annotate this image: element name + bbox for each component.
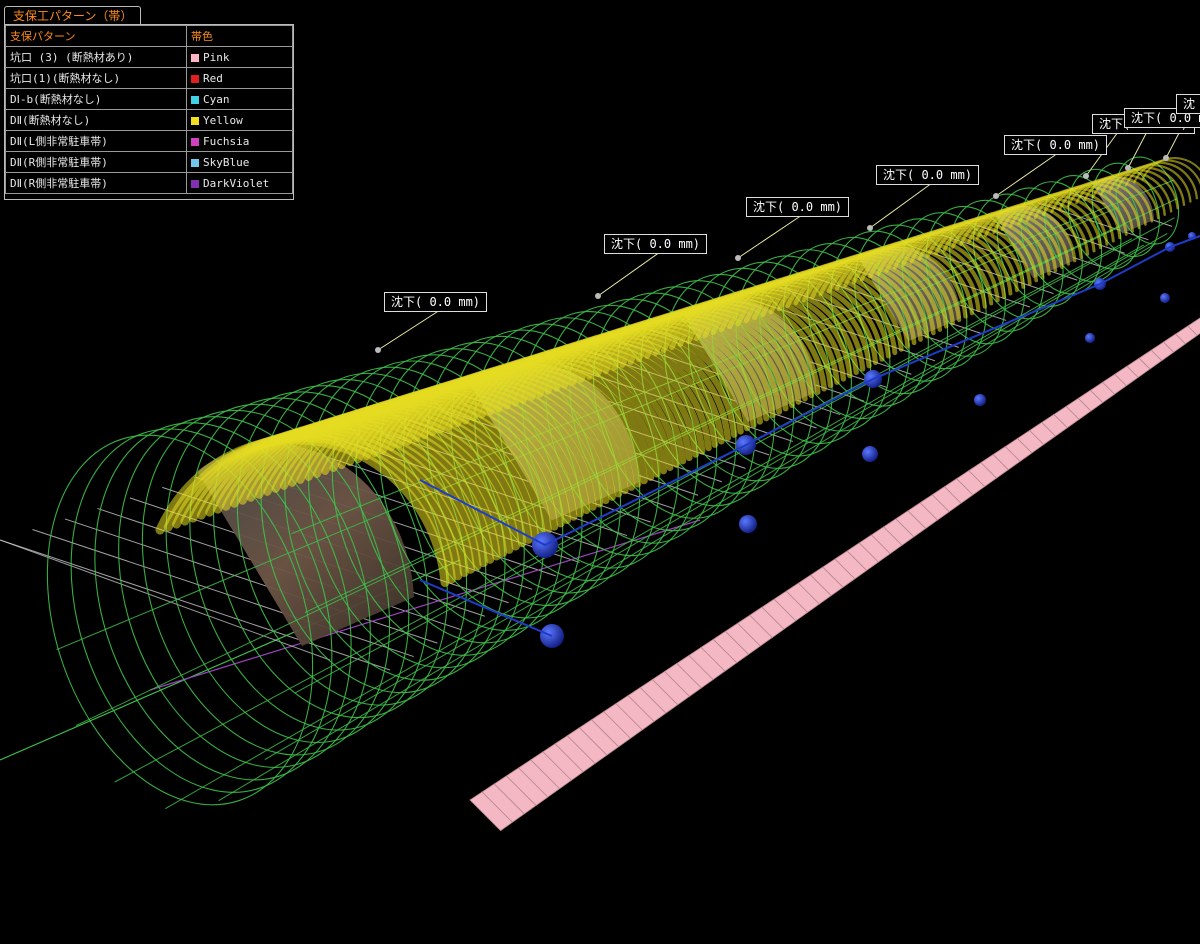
color-swatch [191,137,199,146]
leader-anchor [375,347,381,353]
color-swatch [191,95,199,104]
color-swatch [191,53,199,62]
legend-pattern: DⅡ(断熱材なし) [5,109,187,131]
legend-color: Yellow [186,109,293,131]
center-line [149,519,701,691]
legend-row[interactable]: 坑口 (3) (断熱材あり) Pink [5,46,293,68]
legend-pattern: DⅡ(L側非常駐車帯) [5,130,187,152]
leader-anchor [867,225,873,231]
legend-color: Pink [186,46,293,68]
color-swatch [191,179,199,188]
leader-anchor [1083,173,1089,179]
legend-color: Cyan [186,88,293,110]
leader-anchor [735,255,741,261]
legend-pattern: 坑口(1)(断熱材なし) [5,67,187,89]
legend-tab[interactable]: 支保工パターン（帯） [4,6,142,25]
legend-row[interactable]: DⅡ(R側非常駐車帯) DarkViolet [5,172,293,194]
legend-row[interactable]: DⅠ-b(断熱材なし) Cyan [5,88,293,110]
legend-color: DarkViolet [186,172,293,194]
color-swatch [191,116,199,125]
survey-point [1160,293,1170,303]
leader-line [995,152,1059,197]
survey-point [1085,333,1095,343]
leader-anchor [993,193,999,199]
leader-line [737,214,803,259]
leader-line [377,309,441,351]
survey-point [739,515,757,533]
legend-color: SkyBlue [186,151,293,173]
color-swatch [191,158,199,167]
legend-header-color: 帯色 [186,25,293,47]
settlement-label: 沈下( 0.0 mm) [876,165,980,185]
settlement-label: 沈下( 0.0 mm) [604,234,708,254]
color-swatch [191,74,199,83]
legend-row[interactable]: DⅡ(R側非常駐車帯) SkyBlue [5,151,293,173]
settlement-label: 沈下( 0.0 mm) [384,292,488,312]
settlement-label: 沈下( 0.0 mm) [1004,135,1108,155]
settlement-label: 沈下( 0.0 mm) [746,197,850,217]
legend-header-pattern: 支保パターン [5,25,187,47]
legend-row[interactable]: DⅡ(L側非常駐車帯) Fuchsia [5,130,293,152]
legend-row[interactable]: 坑口(1)(断熱材なし) Red [5,67,293,89]
leader-anchor [595,293,601,299]
legend-pattern: DⅡ(R側非常駐車帯) [5,151,187,173]
legend-pattern: DⅡ(R側非常駐車帯) [5,172,187,194]
legend-color: Red [186,67,293,89]
leader-anchor [1163,155,1169,161]
legend-color: Fuchsia [186,130,293,152]
legend-pattern: DⅠ-b(断熱材なし) [5,88,187,110]
leader-line [869,182,933,229]
legend-pattern: 坑口 (3) (断熱材あり) [5,46,187,68]
leader-anchor [1125,165,1131,171]
legend-header-row: 支保パターン 帯色 [5,25,293,47]
leader-line [597,251,661,297]
survey-point [862,446,878,462]
settlement-label: 沈 [1176,94,1200,114]
legend-row[interactable]: DⅡ(断熱材なし) Yellow [5,109,293,131]
survey-point [974,394,986,406]
support-pattern-legend: 支保パターン 帯色 坑口 (3) (断熱材あり) Pink 坑口(1)(断熱材な… [4,24,294,200]
